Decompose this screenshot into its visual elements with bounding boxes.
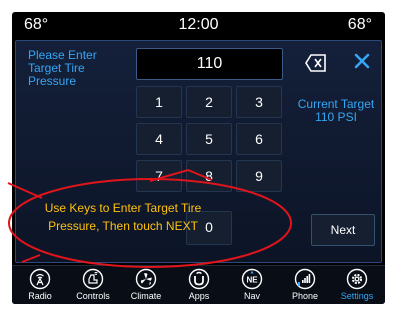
entry-prompt: Please Enter Target Tire Pressure bbox=[28, 48, 97, 88]
keypad-key-1[interactable]: 1 bbox=[136, 86, 182, 118]
apps-icon bbox=[188, 268, 210, 290]
backspace-icon bbox=[305, 54, 326, 72]
close-button[interactable] bbox=[352, 51, 372, 71]
pressure-entry-field[interactable]: 110 bbox=[136, 48, 283, 80]
passenger-temperature[interactable]: 68° bbox=[348, 16, 372, 34]
keypad-key-6[interactable]: 6 bbox=[236, 123, 282, 155]
close-icon bbox=[354, 53, 370, 69]
next-button[interactable]: Next bbox=[311, 214, 375, 246]
climate-icon bbox=[135, 268, 157, 290]
nav-phone-label: Phone bbox=[291, 291, 319, 301]
nav-phone[interactable]: Phone bbox=[280, 268, 330, 304]
current-target-value: 110 PSI bbox=[315, 110, 357, 124]
annotation-line-1: Use Keys to Enter Target Tire bbox=[44, 201, 202, 215]
keypad-key-8[interactable]: 8 bbox=[186, 160, 232, 192]
backspace-button[interactable] bbox=[305, 54, 327, 72]
annotation-line-2: Pressure, Then touch NEXT bbox=[48, 219, 198, 233]
status-bar: 68° 12:00 68° bbox=[12, 12, 385, 40]
keypad-key-4[interactable]: 4 bbox=[136, 123, 182, 155]
current-target-display: Current Target 110 PSI bbox=[291, 98, 381, 124]
nav-controls[interactable]: Controls bbox=[68, 268, 118, 304]
nav-compass-icon: NE bbox=[241, 268, 263, 290]
annotation-text: Use Keys to Enter Target Tire Pressure, … bbox=[23, 199, 223, 235]
keypad-key-7[interactable]: 7 bbox=[136, 160, 182, 192]
bottom-nav-bar: Radio Controls Climate Apps NE Nav Phone… bbox=[12, 265, 385, 304]
nav-settings[interactable]: Settings bbox=[332, 268, 382, 304]
nav-climate-label: Climate bbox=[130, 291, 162, 301]
keypad-key-9[interactable]: 9 bbox=[236, 160, 282, 192]
keypad-key-2[interactable]: 2 bbox=[186, 86, 232, 118]
nav-radio-label: Radio bbox=[28, 291, 52, 301]
settings-gear-icon bbox=[346, 268, 368, 290]
clock: 12:00 bbox=[178, 16, 219, 33]
nav-nav[interactable]: NE Nav bbox=[227, 268, 277, 304]
radio-icon bbox=[29, 268, 51, 290]
nav-apps[interactable]: Apps bbox=[174, 268, 224, 304]
nav-nav-label: Nav bbox=[243, 291, 260, 301]
controls-icon bbox=[82, 268, 104, 290]
compass-heading: NE bbox=[246, 276, 258, 285]
keypad-key-3[interactable]: 3 bbox=[236, 86, 282, 118]
nav-climate[interactable]: Climate bbox=[121, 268, 171, 304]
uconnect-screen: 68° 12:00 68° Please Enter Target Tire P… bbox=[12, 12, 385, 304]
nav-apps-label: Apps bbox=[188, 291, 210, 301]
nav-controls-label: Controls bbox=[76, 291, 110, 301]
phone-icon bbox=[294, 268, 316, 290]
nav-radio[interactable]: Radio bbox=[15, 268, 65, 304]
nav-settings-label: Settings bbox=[340, 291, 374, 301]
keypad-key-5[interactable]: 5 bbox=[186, 123, 232, 155]
